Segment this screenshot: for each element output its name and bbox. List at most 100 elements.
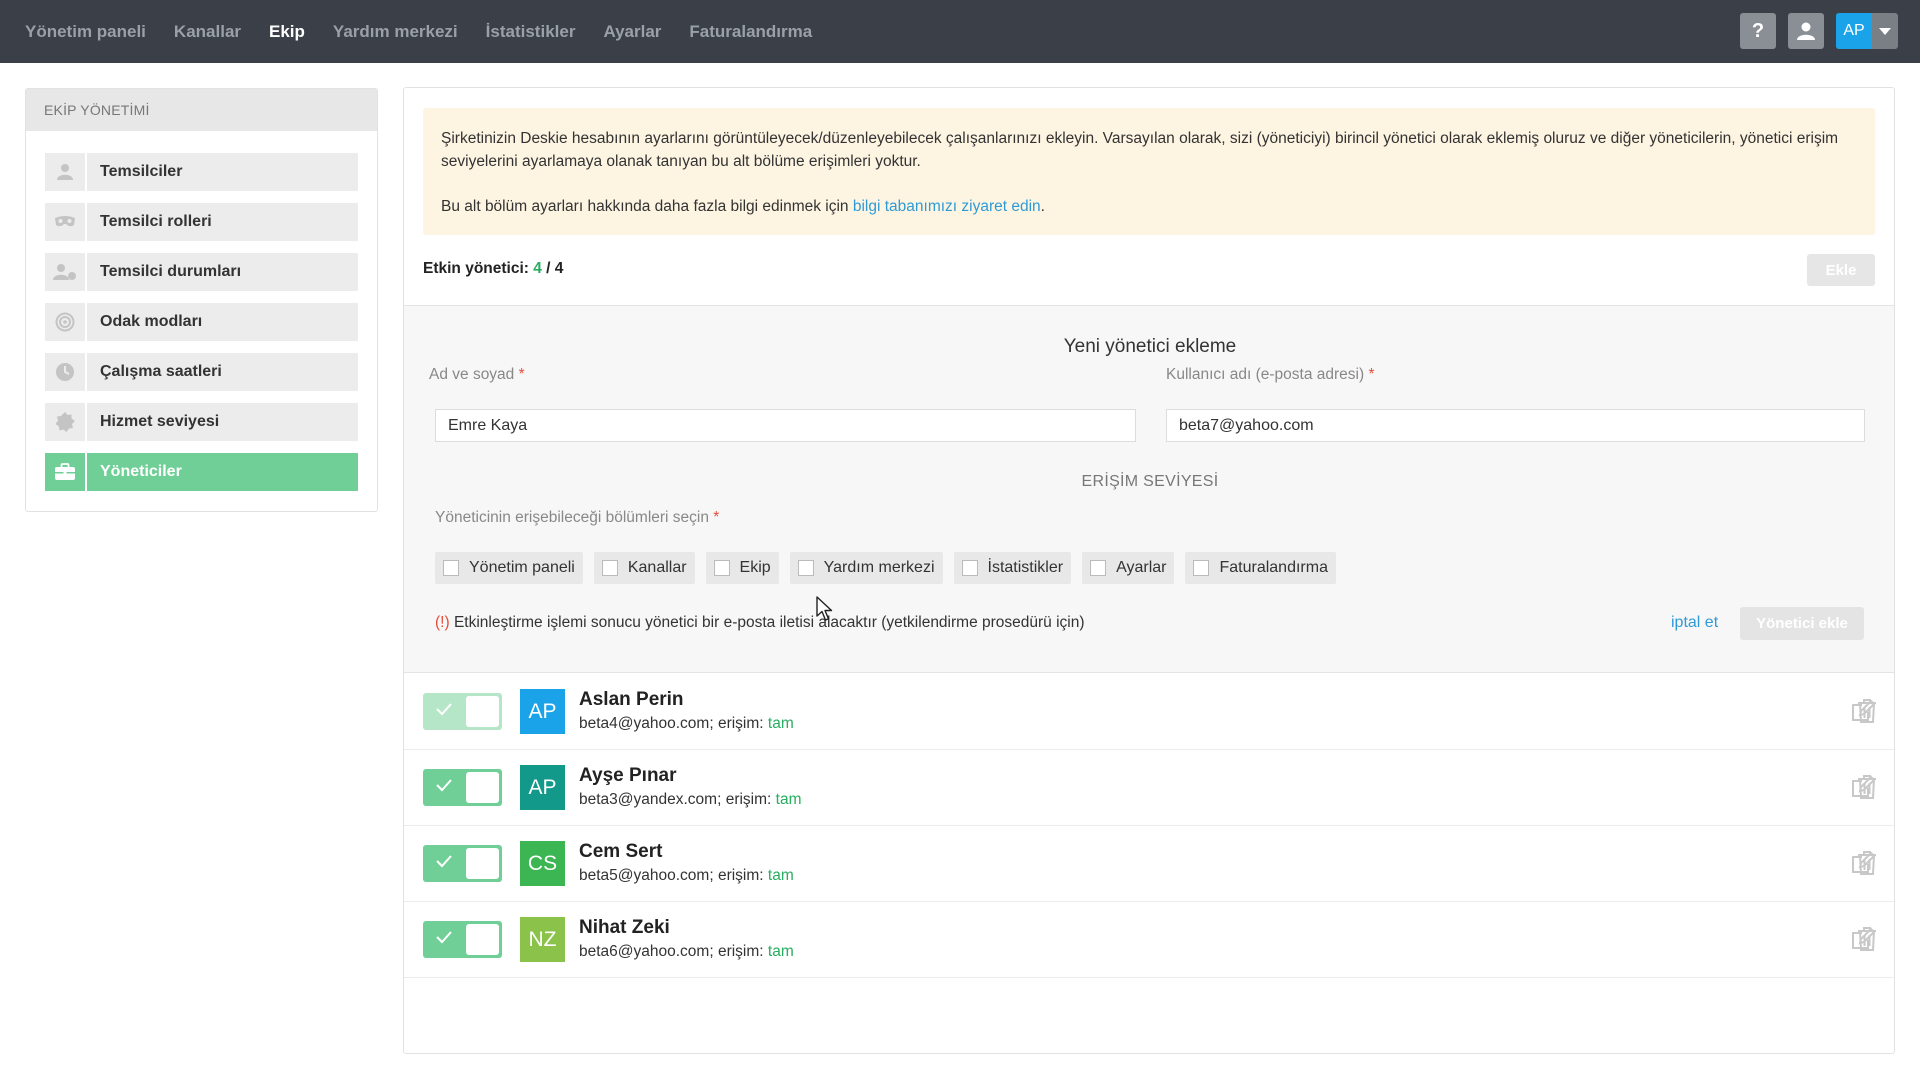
- mask-icon: [45, 203, 85, 241]
- sidebar-item-service-level[interactable]: Hizmet seviyesi: [45, 403, 358, 441]
- clock-icon: [45, 353, 85, 391]
- sidebar-item-agents[interactable]: Temsilciler: [45, 153, 358, 191]
- email-field-label: Kullanıcı adı (e-posta adresi) *: [1166, 366, 1375, 384]
- checkbox-box: [1193, 560, 1210, 576]
- checkbox-settings[interactable]: Ayarlar: [1082, 552, 1175, 584]
- nav-settings[interactable]: Ayarlar: [603, 22, 661, 42]
- admin-toggle[interactable]: [423, 845, 502, 882]
- person-icon: [1797, 22, 1815, 40]
- submit-admin-button[interactable]: Yönetici ekle: [1740, 607, 1864, 640]
- sidebar-item-focus-modes[interactable]: Odak modları: [45, 303, 358, 341]
- admin-email: beta5@yahoo.com; erişim:: [579, 867, 768, 884]
- active-admin-current: 4: [533, 260, 542, 277]
- nav-help-center[interactable]: Yardım merkezi: [333, 22, 458, 42]
- trash-icon[interactable]: [1856, 698, 1878, 724]
- admin-email: beta4@yahoo.com; erişim:: [579, 715, 768, 732]
- main-panel: Şirketinizin Deskie hesabının ayarlarını…: [403, 87, 1895, 1054]
- sidebar-item-label: Temsilci rolleri: [87, 203, 358, 241]
- checkbox-box: [443, 560, 459, 576]
- admin-list: AP Aslan Perin beta4@yahoo.com; erişim: …: [404, 674, 1894, 978]
- checkbox-label: Faturalandırma: [1219, 559, 1328, 576]
- admin-toggle[interactable]: [423, 921, 502, 958]
- access-level: tam: [767, 943, 794, 960]
- sidebar: EKİP YÖNETİMİ Temsilciler Temsilci rolle…: [25, 88, 378, 512]
- briefcase-icon: [45, 453, 85, 491]
- admin-row: NZ Nihat Zeki beta6@yahoo.com; erişim: t…: [404, 902, 1894, 978]
- help-button[interactable]: ?: [1740, 13, 1776, 49]
- checkbox-box: [1090, 560, 1107, 576]
- trash-icon[interactable]: [1856, 774, 1878, 800]
- section-checkboxes: Yönetim paneli Kanallar Ekip Yardım merk…: [435, 552, 1336, 584]
- avatar: NZ: [520, 917, 565, 962]
- checkbox-billing[interactable]: Faturalandırma: [1185, 552, 1336, 584]
- cancel-link[interactable]: iptal et: [1671, 614, 1718, 632]
- sidebar-item-label: Temsilciler: [87, 153, 358, 191]
- admin-email: beta6@yahoo.com; erişim:: [579, 943, 768, 960]
- sidebar-item-agent-roles[interactable]: Temsilci rolleri: [45, 203, 358, 241]
- activation-warning: (!) Etkinleştirme işlemi sonucu yönetici…: [435, 614, 1085, 632]
- add-admin-button[interactable]: Ekle: [1807, 254, 1875, 286]
- checkbox-dashboard[interactable]: Yönetim paneli: [435, 552, 583, 584]
- admin-toggle[interactable]: [423, 693, 502, 730]
- top-bar: Yönetim paneli Kanallar Ekip Yardım merk…: [0, 0, 1920, 63]
- nav-statistics[interactable]: İstatistikler: [486, 22, 576, 42]
- checkbox-box: [961, 560, 978, 576]
- email-field[interactable]: beta7@yahoo.com: [1166, 409, 1865, 442]
- admin-row: AP Ayşe Pınar beta3@yandex.com; erişim: …: [404, 750, 1894, 826]
- admin-row: CS Cem Sert beta5@yahoo.com; erişim: tam: [404, 826, 1894, 902]
- active-admin-total: 4: [554, 260, 564, 277]
- badge-icon: [45, 403, 85, 441]
- sidebar-item-admins[interactable]: Yöneticiler: [45, 453, 358, 491]
- target-icon: [45, 303, 85, 341]
- person-status-icon: [45, 253, 85, 291]
- toggle-knob: [466, 772, 499, 803]
- sidebar-item-label: Hizmet seviyesi: [87, 403, 358, 441]
- required-mark: *: [1368, 366, 1375, 383]
- user-menu-button[interactable]: AP: [1836, 13, 1898, 49]
- check-icon: [436, 703, 452, 716]
- admin-row: AP Aslan Perin beta4@yahoo.com; erişim: …: [404, 674, 1894, 750]
- required-mark: *: [713, 509, 720, 526]
- nav-channels[interactable]: Kanallar: [174, 22, 241, 42]
- access-level-title: ERİŞİM SEVİYESİ: [1081, 473, 1219, 490]
- name-label-text: Ad ve soyad: [429, 366, 515, 383]
- checkbox-channels[interactable]: Kanallar: [593, 552, 695, 584]
- notice-more-info: Bu alt bölüm ayarları hakkında daha fazl…: [441, 195, 1857, 218]
- sidebar-item-working-hours[interactable]: Çalışma saatleri: [45, 353, 358, 391]
- notice-text-suffix: .: [1040, 198, 1045, 215]
- name-field[interactable]: Emre Kaya: [435, 409, 1136, 442]
- notice-text-prefix: Bu alt bölüm ayarları hakkında daha fazl…: [441, 198, 853, 215]
- check-icon: [436, 779, 452, 792]
- trash-icon[interactable]: [1856, 926, 1878, 952]
- checkbox-box: [713, 560, 730, 576]
- question-mark-icon: ?: [1751, 19, 1765, 42]
- nav-team[interactable]: Ekip: [269, 22, 305, 42]
- mouse-cursor-icon: [816, 596, 833, 621]
- sidebar-item-label: Yöneticiler: [87, 453, 358, 491]
- trash-icon[interactable]: [1856, 850, 1878, 876]
- checkbox-statistics[interactable]: İstatistikler: [953, 552, 1072, 584]
- warning-text: Etkinleştirme işlemi sonucu yönetici bir…: [449, 614, 1085, 631]
- profile-button[interactable]: [1788, 13, 1824, 49]
- checkbox-box: [797, 560, 814, 576]
- admin-details: beta6@yahoo.com; erişim: tam: [579, 943, 794, 961]
- new-admin-form: Yeni yönetici ekleme Ad ve soyad * Emre …: [404, 305, 1894, 673]
- sections-label: Yöneticinin erişebileceği bölümleri seçi…: [435, 509, 719, 527]
- toggle-knob: [466, 696, 499, 727]
- knowledge-base-link[interactable]: bilgi tabanımızı ziyaret edin: [853, 198, 1041, 215]
- warning-mark: (!): [435, 614, 450, 631]
- sidebar-item-agent-statuses[interactable]: Temsilci durumları: [45, 253, 358, 291]
- admin-name: Ayşe Pınar: [579, 765, 677, 786]
- checkbox-box: [601, 560, 618, 576]
- checkbox-help-center[interactable]: Yardım merkezi: [789, 552, 943, 584]
- admin-toggle[interactable]: [423, 769, 502, 806]
- avatar: CS: [520, 841, 565, 886]
- checkbox-label: Kanallar: [627, 559, 687, 576]
- access-level: tam: [767, 715, 794, 732]
- checkbox-team[interactable]: Ekip: [705, 552, 779, 584]
- person-icon: [45, 153, 85, 191]
- nav-billing[interactable]: Faturalandırma: [689, 22, 812, 42]
- checkbox-label: Ekip: [739, 559, 771, 576]
- nav-dashboard[interactable]: Yönetim paneli: [25, 22, 146, 42]
- notice-text: Şirketinizin Deskie hesabının ayarlarını…: [441, 130, 1839, 170]
